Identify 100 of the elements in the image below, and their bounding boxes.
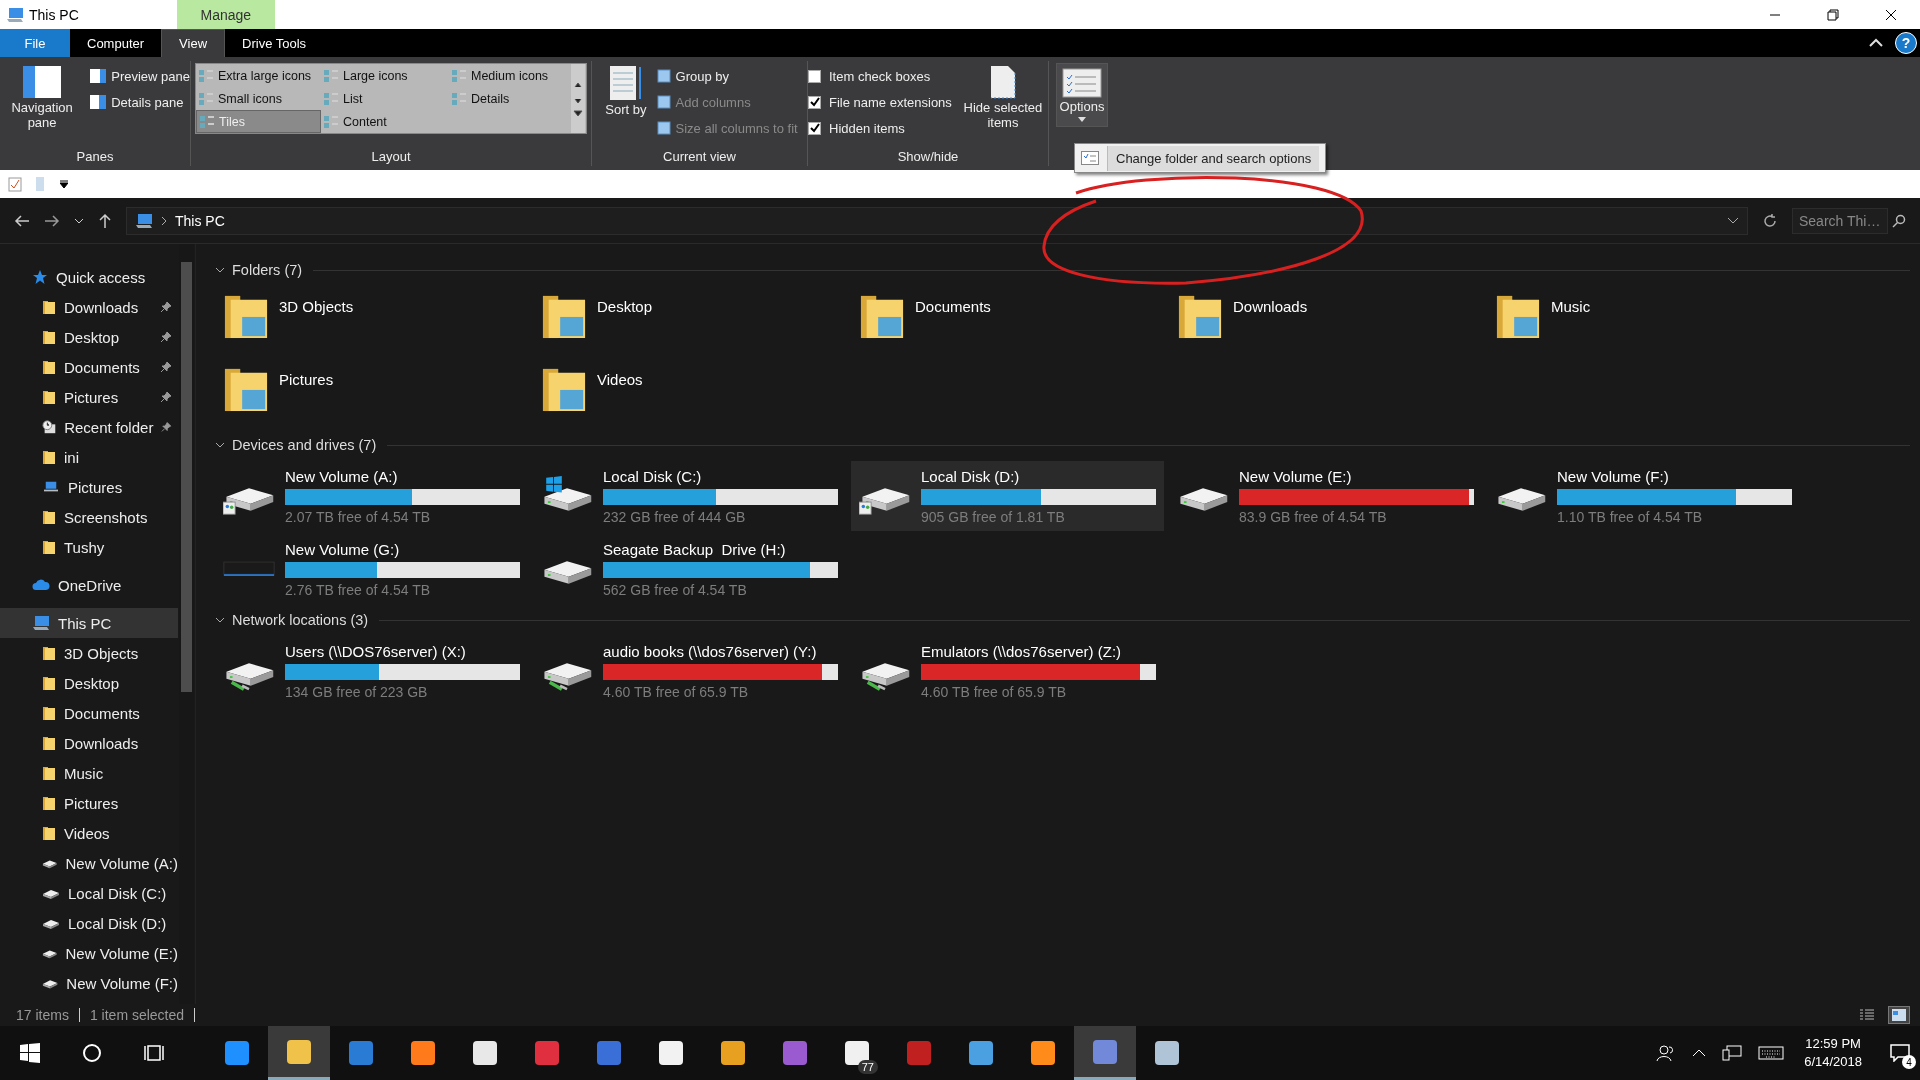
layout-option[interactable]: Extra large icons	[196, 64, 321, 87]
ribbon-tab[interactable]: File	[0, 29, 70, 57]
group-heading[interactable]: Devices and drives (7)	[232, 437, 377, 453]
ribbon-tab[interactable]: Computer	[70, 29, 162, 57]
sidebar-item[interactable]: Documents	[0, 352, 178, 382]
ribbon-tab[interactable]: View	[161, 29, 226, 57]
drive-tile[interactable]: Local Disk (D:) 905 GB free of 1.81 TB	[851, 461, 1164, 531]
caret-icon	[1078, 116, 1086, 122]
drive-tile[interactable]: Local Disk (C:) 232 GB free of 444 GB	[533, 461, 846, 531]
drive-tile[interactable]: New Volume (G:) 2.76 TB free of 4.54 TB	[215, 534, 528, 604]
sidebar-item[interactable]: New Volume (A:)	[0, 848, 178, 878]
column-icon	[656, 95, 671, 109]
sidebar-item[interactable]: Pictures	[0, 382, 178, 412]
hide-selected-items-button[interactable]: Hide selected items	[957, 63, 1048, 133]
drive-tile[interactable]: Seagate Backup Drive (H:) 562 GB free of 4.54 TB	[533, 534, 846, 604]
view-command-button[interactable]: Group by	[656, 65, 798, 87]
folder-icon	[42, 765, 56, 781]
layout-option[interactable]: Medium icons	[449, 64, 571, 87]
search-icon[interactable]	[82, 1043, 102, 1063]
group-heading[interactable]: Folders (7)	[232, 262, 303, 278]
collapse-ribbon-icon[interactable]	[1869, 38, 1883, 48]
sidebar-item[interactable]: New Volume (E:)	[0, 938, 178, 968]
options-button[interactable]: Options	[1055, 63, 1109, 127]
keyboard-icon[interactable]	[1758, 1046, 1785, 1060]
show-hidden-icons-caret-icon[interactable]	[1692, 1049, 1707, 1057]
folder-tile[interactable]: Downloads	[1169, 286, 1482, 356]
folder-tile[interactable]: 3D Objects	[215, 286, 528, 356]
checkbox-option[interactable]: Hidden items	[808, 117, 952, 139]
sidebar-item[interactable]: Quick access	[0, 262, 178, 292]
sidebar-item[interactable]: Local Disk (D:)	[0, 908, 178, 938]
clock[interactable]: 12:59 PM 6/14/2018	[1804, 1035, 1862, 1071]
sidebar-item[interactable]: Local Disk (C:)	[0, 878, 178, 908]
network-icon[interactable]	[1722, 1045, 1743, 1061]
chevron-icon[interactable]	[215, 617, 225, 623]
folder-tile[interactable]: Documents	[851, 286, 1164, 356]
drive-tile[interactable]: New Volume (E:) 83.9 GB free of 4.54 TB	[1169, 461, 1482, 531]
sidebar-item[interactable]: Tushy	[0, 532, 178, 562]
task-view-icon[interactable]	[144, 1043, 164, 1063]
layout-icon	[200, 115, 214, 128]
sidebar-item[interactable]: Downloads	[0, 728, 178, 758]
gallery-scroll-buttons[interactable]	[571, 64, 585, 133]
layout-option[interactable]: Content	[321, 110, 449, 133]
sidebar-item[interactable]: ini	[0, 442, 178, 472]
notification-count-badge: 4	[1902, 1055, 1916, 1069]
cloud-icon	[32, 579, 50, 591]
search-field[interactable]: Search Thi…	[1792, 207, 1888, 234]
drive-tile[interactable]: Emulators (\\dos76server) (Z:) 4.60 TB free of 65.9 TB	[851, 636, 1164, 706]
drive-tile[interactable]: New Volume (A:) 2.07 TB free of 4.54 TB	[215, 461, 528, 531]
sidebar-item[interactable]: Downloads	[0, 292, 178, 322]
taskbar-app-button[interactable]	[268, 1026, 330, 1080]
address-field[interactable]: This PC	[126, 206, 1748, 235]
layout-option[interactable]: Large icons	[321, 64, 449, 87]
navigation-pane-button[interactable]: Navigation pane	[0, 63, 85, 133]
chevron-icon[interactable]	[215, 442, 225, 448]
action-center-button[interactable]: 4	[1880, 1033, 1920, 1073]
up-arrow-icon[interactable]	[98, 212, 112, 229]
layout-option[interactable]: Small icons	[196, 87, 321, 110]
recent-locations-caret-icon[interactable]	[74, 217, 84, 224]
preview-pane-button[interactable]: Preview pane	[90, 65, 190, 87]
check-icon	[809, 123, 820, 133]
drive-tile[interactable]: New Volume (F:) 1.10 TB free of 4.54 TB	[1487, 461, 1800, 531]
sidebar-item[interactable]: 3D Objects	[0, 638, 178, 668]
sidebar-item[interactable]: New Volume (F:)	[0, 968, 178, 998]
refresh-icon[interactable]	[1762, 212, 1778, 229]
sidebar-item[interactable]: OneDrive	[0, 570, 178, 600]
group-heading[interactable]: Network locations (3)	[232, 612, 369, 628]
drive-tile[interactable]: Users (\\DOS76server) (X:) 134 GB free of 223 GB	[215, 636, 528, 706]
change-folder-options-item[interactable]: Change folder and search options	[1107, 145, 1320, 171]
layout-option[interactable]: List	[321, 87, 449, 110]
drive-tile[interactable]: audio books (\\dos76server) (Y:) 4.60 TB free of 65.9 TB	[533, 636, 846, 706]
sidebar-item[interactable]: This PC	[0, 608, 178, 638]
sort-by-button[interactable]: Sort by	[601, 63, 651, 120]
sidebar-item[interactable]: Music	[0, 758, 178, 788]
sidebar-item[interactable]: Videos	[0, 818, 178, 848]
start-button[interactable]	[20, 1043, 40, 1063]
layout-option[interactable]: Details	[449, 87, 571, 110]
checkbox-option[interactable]: File name extensions	[808, 91, 952, 113]
sidebar-item[interactable]: Recent folder	[0, 412, 178, 442]
sidebar-item[interactable]: Desktop	[0, 668, 178, 698]
sidebar-item[interactable]: Desktop	[0, 322, 178, 352]
help-button[interactable]: ?	[1895, 32, 1917, 54]
folder-tile[interactable]: Videos	[533, 359, 846, 429]
sidebar-item[interactable]: Screenshots	[0, 502, 178, 532]
folder-tile[interactable]: Music	[1487, 286, 1800, 356]
forward-arrow-icon[interactable]	[44, 213, 60, 228]
sidebar-item[interactable]: Pictures	[0, 472, 178, 502]
checkbox-option[interactable]: Item check boxes	[808, 65, 952, 87]
ribbon-tab[interactable]: Drive Tools	[225, 29, 324, 57]
chevron-icon[interactable]	[215, 267, 225, 273]
folder-icon	[42, 509, 56, 525]
tiles-view-button[interactable]	[1888, 1006, 1910, 1024]
sidebar-item[interactable]: Pictures	[0, 788, 178, 818]
properties-icon[interactable]	[8, 176, 22, 192]
folder-tile[interactable]: Pictures	[215, 359, 528, 429]
back-arrow-icon[interactable]	[14, 213, 30, 228]
taskbar-app-button[interactable]: 77	[826, 1026, 888, 1080]
details-pane-button[interactable]: Details pane	[90, 91, 190, 113]
sidebar-item[interactable]: Documents	[0, 698, 178, 728]
dropdown-caret-icon[interactable]	[60, 180, 68, 188]
folder-tile[interactable]: Desktop	[533, 286, 846, 356]
